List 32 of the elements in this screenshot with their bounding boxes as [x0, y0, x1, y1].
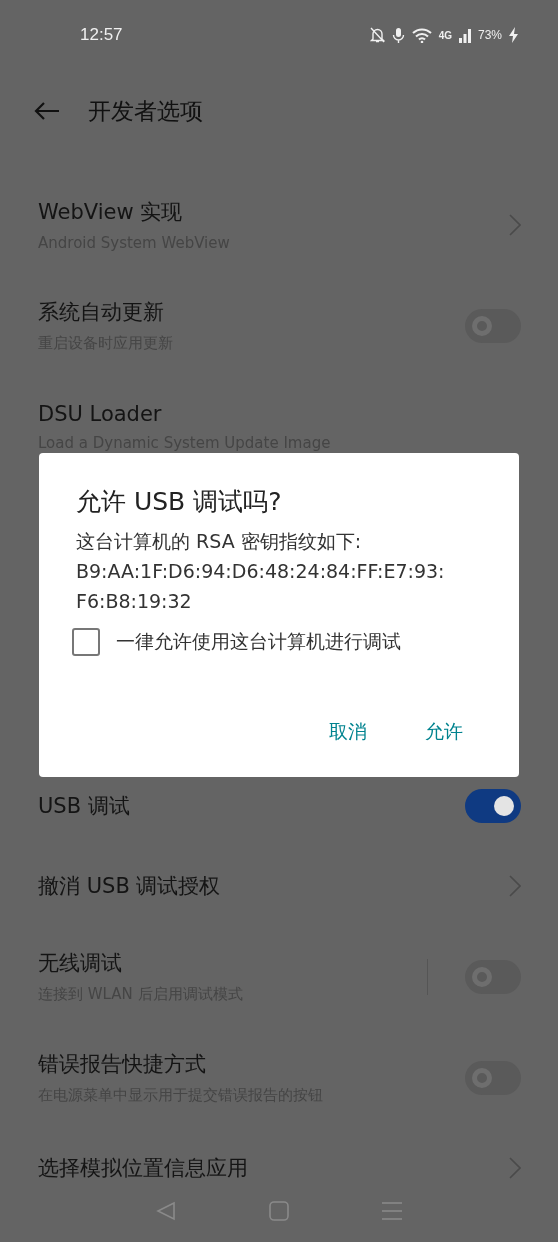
bell-off-icon [369, 27, 385, 43]
back-arrow-icon[interactable] [34, 101, 60, 121]
setting-title[interactable]: DSU Loader [38, 401, 521, 426]
back-triangle-icon[interactable] [156, 1201, 177, 1221]
network-type: 4G [438, 29, 452, 41]
dialog-button[interactable]: 取消 [319, 713, 377, 751]
microphone-icon [391, 26, 405, 44]
setting-title[interactable]: 错误报告快捷方式 [38, 1050, 465, 1078]
setting-title[interactable]: 无线调试 [38, 949, 427, 977]
chevron-right-icon [509, 213, 521, 236]
menu-icon[interactable] [381, 1202, 402, 1220]
checkbox-label[interactable]: 一律允许使用这台计算机进行调试 [116, 629, 401, 655]
home-square-icon[interactable] [269, 1201, 289, 1221]
setting-title[interactable]: 选择模拟位置信息应用 [38, 1154, 509, 1180]
battery-level: 73% [477, 28, 502, 42]
checkbox[interactable] [72, 628, 100, 656]
dialog-button[interactable]: 允许 [415, 713, 473, 751]
chevron-right-icon [509, 1157, 521, 1179]
rsa-fingerprint: B9:AA:1F:D6:94:D6:48:24:84:FF:E7:93:F6:B8:19:32 [76, 559, 446, 614]
page-title: 开发者选项 [88, 96, 203, 126]
chevron-right-icon [509, 875, 521, 897]
wifi-icon [411, 27, 432, 43]
charging-bolt-icon [509, 27, 518, 43]
status-time: 12:57 [80, 25, 124, 45]
toggle-switch[interactable] [465, 789, 521, 823]
setting-title[interactable]: WebView 实现 [38, 197, 509, 226]
setting-title[interactable]: USB 调试 [38, 792, 465, 820]
signal-icon [458, 27, 471, 43]
setting-title[interactable]: 撤消 USB 调试授权 [38, 872, 509, 900]
dialog-title: 允许 USB 调试吗? [76, 486, 283, 518]
setting-title[interactable]: 系统自动更新 [38, 298, 465, 326]
dialog-message: 这台计算机的 RSA 密钥指纹如下: [76, 529, 363, 554]
